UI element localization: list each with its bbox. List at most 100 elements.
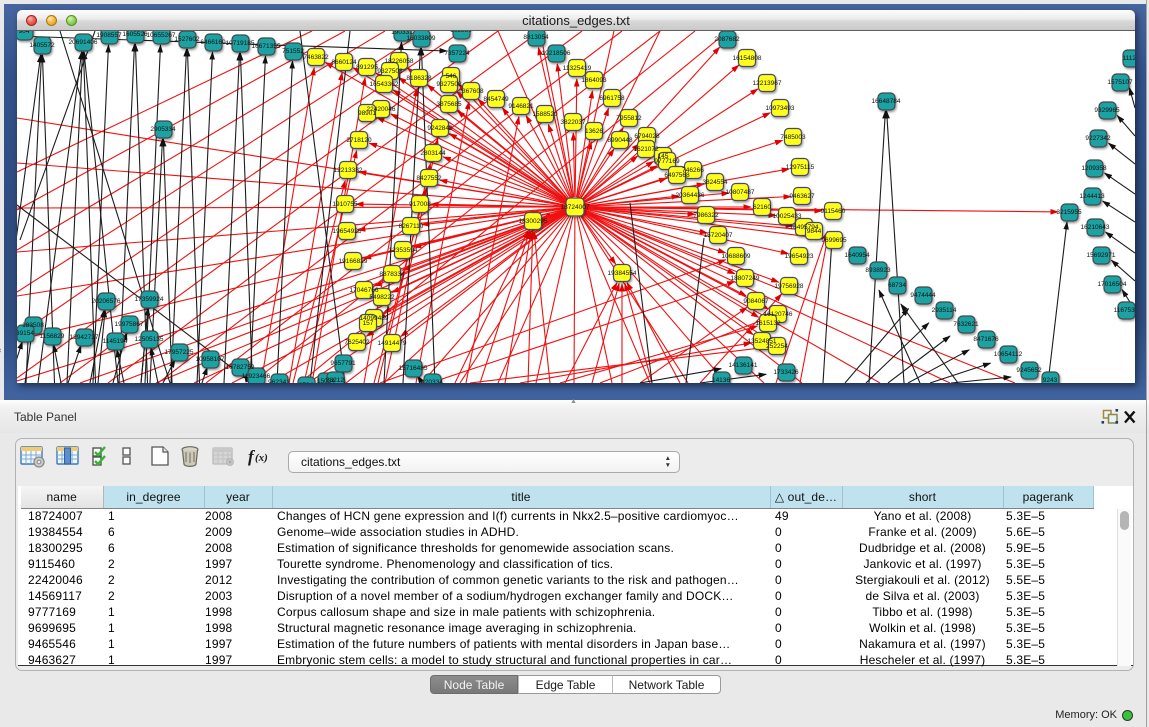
svg-text:904: 904 [19,31,30,35]
svg-text:165880: 165880 [450,31,472,34]
svg-text:8454749: 8454749 [483,96,509,103]
svg-text:11325419: 11325419 [563,65,592,72]
svg-text:2718120: 2718120 [346,137,372,144]
svg-text:17957225: 17957225 [165,349,194,356]
svg-text:18724007: 18724007 [561,204,590,211]
svg-text:157: 157 [363,320,374,327]
svg-text:9245652: 9245652 [1016,367,1042,374]
svg-text:5498222: 5498222 [369,294,395,301]
svg-text:14136141: 14136141 [729,362,758,369]
svg-text:8267110: 8267110 [399,223,424,230]
svg-text:12942737: 12942737 [70,334,99,341]
svg-text:2905334: 2905334 [150,126,176,133]
svg-text:16543362: 16543362 [370,81,399,88]
svg-text:10973493: 10973493 [766,105,795,112]
svg-text:18226058: 18226058 [385,58,414,65]
svg-text:1605526: 1605526 [122,31,148,38]
svg-text:2935114: 2935114 [932,307,957,314]
svg-text:16210643: 16210643 [1081,224,1110,231]
svg-text:2087682: 2087682 [714,36,740,43]
svg-text:98901: 98901 [358,110,376,117]
svg-text:12975115: 12975115 [786,164,815,171]
svg-text:546: 546 [446,73,457,80]
svg-text:8813054: 8813054 [523,34,549,41]
svg-text:891295: 891295 [356,64,378,71]
svg-text:16154808: 16154808 [733,55,762,62]
svg-text:18300295: 18300295 [519,218,548,225]
svg-text:9329965: 9329965 [1094,107,1120,114]
svg-text:19384554: 19384554 [608,270,637,277]
svg-text:39154: 39154 [17,330,34,337]
svg-text:120334: 120334 [421,379,443,383]
svg-text:9227342: 9227342 [1085,135,1111,142]
svg-text:12213382: 12213382 [334,167,363,174]
svg-text:10958107: 10958107 [196,356,225,363]
svg-text:10654112: 10654112 [994,351,1023,358]
svg-text:15720407: 15720407 [704,232,733,239]
svg-text:8878334: 8878334 [379,271,405,278]
svg-text:9463627: 9463627 [789,193,815,200]
svg-text:20206576: 20206576 [92,298,121,305]
svg-text:2803144: 2803144 [420,150,446,157]
svg-text:16120746: 16120746 [764,311,793,318]
svg-text:9699695: 9699695 [821,237,847,244]
svg-text:3875685: 3875685 [436,101,462,108]
svg-text:62160: 62160 [753,204,771,211]
svg-text:17046766: 17046766 [350,287,379,294]
svg-text:8427552: 8427552 [416,175,442,182]
svg-text:15692971: 15692971 [1087,252,1116,259]
svg-text:11923466: 11923466 [242,373,271,380]
svg-text:3215955: 3215955 [1056,209,1082,216]
svg-text:19975867: 19975867 [115,321,144,328]
svg-text:7463822: 7463822 [303,54,329,61]
svg-text:1908557: 1908557 [96,32,122,39]
svg-text:8938923: 8938923 [865,267,891,274]
svg-text:7357224: 7357224 [444,50,470,57]
svg-text:19756928: 19756928 [775,283,804,290]
svg-text:16671355: 16671355 [252,43,281,50]
svg-text:3822037: 3822037 [560,119,586,126]
svg-text:6794028: 6794028 [634,133,660,140]
svg-text:2367608: 2367608 [458,88,484,95]
svg-text:10807487: 10807487 [726,189,755,196]
svg-text:19218506: 19218506 [542,50,571,57]
svg-text:7632621: 7632621 [953,321,979,328]
svg-text:1405572: 1405572 [29,42,55,49]
svg-text:14136: 14136 [712,377,730,383]
svg-text:19166829: 19166829 [339,258,368,265]
svg-text:17359924: 17359924 [135,296,164,303]
svg-text:9844: 9844 [807,228,822,235]
svg-text:9474444: 9474444 [910,292,936,299]
svg-text:12213967: 12213967 [753,80,782,87]
svg-text:8471676: 8471676 [973,336,999,343]
svg-text:8990448: 8990448 [607,137,633,144]
svg-text:9084067: 9084067 [743,298,769,305]
svg-text:16648784: 16648784 [872,98,901,105]
svg-text:1733426: 1733426 [773,369,799,376]
svg-text:9115460: 9115460 [821,208,846,215]
svg-text:6466160: 6466160 [200,39,226,46]
svg-text:9327503: 9327503 [377,68,403,75]
svg-text:7986322: 7986322 [693,212,719,219]
svg-text:1588520: 1588520 [532,111,558,118]
svg-text:6497568: 6497568 [664,172,690,179]
svg-text:1145194: 1145194 [103,338,128,345]
svg-text:7485003: 7485003 [780,134,806,141]
svg-text:68734: 68734 [888,282,906,289]
svg-text:18807249: 18807249 [731,275,760,282]
svg-text:9327508: 9327508 [436,81,462,88]
svg-text:751552: 751552 [282,48,304,55]
svg-text:252254: 252254 [766,343,788,350]
svg-text:7955812: 7955812 [616,115,642,122]
svg-text:10688609: 10688609 [722,253,751,260]
svg-text:9242848: 9242848 [427,125,453,132]
svg-text:3824554: 3824554 [702,179,728,186]
svg-text:8660124: 8660124 [331,59,357,66]
svg-text:917008: 917008 [409,201,431,208]
svg-text:1209358: 1209358 [1081,165,1107,172]
svg-text:16782759: 16782759 [226,364,255,371]
svg-text:1910755: 1910755 [332,201,358,208]
svg-text:6961758: 6961758 [599,95,625,102]
svg-text:1156829: 1156829 [40,333,65,340]
svg-text:15716485: 15716485 [399,365,428,372]
